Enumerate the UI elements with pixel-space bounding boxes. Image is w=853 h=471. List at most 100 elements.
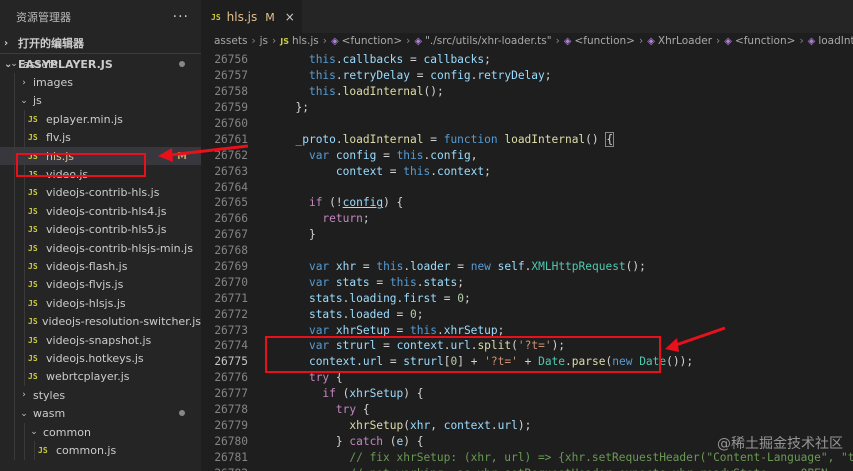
tree-folder[interactable]: ⌄ assets — [0, 55, 201, 73]
line-number: 26774 — [214, 339, 248, 353]
tree-file[interactable]: JS common.js — [0, 441, 201, 460]
tree-folder[interactable]: ⌄ common — [0, 422, 201, 442]
code-line[interactable]: 26762 var config = this.config, — [201, 147, 853, 163]
code-line[interactable]: 26771 stats.loading.first = 0; — [201, 290, 853, 306]
breadcrumb-item[interactable]: <function> — [342, 35, 403, 47]
tree-item-label: videojs.hotkeys.js — [46, 351, 144, 365]
open-editors-section[interactable]: › 打开的编辑器 — [0, 33, 201, 53]
code-line[interactable]: 26772 stats.loaded = 0; — [201, 306, 853, 322]
code-line[interactable]: 26756 this.callbacks = callbacks; — [201, 52, 853, 68]
tree-folder[interactable]: ⌄ wasm — [0, 404, 201, 423]
code-text: } catch (e) { — [282, 434, 424, 448]
indent-guide — [24, 367, 25, 387]
indent-guide — [14, 367, 15, 387]
code-line[interactable]: 26765 if (!config) { — [201, 195, 853, 211]
code-line[interactable]: 26760 — [201, 116, 853, 132]
tree-item-label: wasm — [33, 407, 66, 421]
chevron-right-icon: › — [638, 35, 644, 47]
line-number: 26765 — [214, 196, 248, 210]
line-number: 26778 — [214, 403, 248, 417]
code-line[interactable]: 26763 context = this.context; — [201, 163, 853, 179]
breadcrumb-item[interactable]: XhrLoader — [658, 35, 712, 47]
indent-guide — [14, 330, 15, 350]
indent-guide — [14, 349, 15, 368]
close-icon[interactable]: × — [285, 10, 295, 24]
tab-hls-js[interactable]: JS hls.js M × — [201, 0, 302, 33]
code-line[interactable]: 26770 var stats = this.stats; — [201, 274, 853, 290]
js-file-icon: JS — [28, 133, 38, 143]
breadcrumb-item[interactable]: assets — [214, 35, 247, 47]
code-line[interactable]: 26768 — [201, 243, 853, 259]
code-text: try { — [308, 371, 343, 385]
code-line[interactable]: 26782 // not working, as xhr.setRequestH… — [201, 465, 853, 471]
tree-folder[interactable]: ⌄ js — [0, 91, 201, 111]
code-line[interactable]: 26779 xhrSetup(xhr, context.url); — [201, 417, 853, 433]
code-line[interactable]: 26764 — [201, 179, 853, 195]
line-number: 26764 — [214, 180, 248, 194]
code-text: try { — [335, 403, 370, 417]
code-text: if (!config) { — [308, 196, 404, 210]
tree-file[interactable]: JS videojs-flash.js — [0, 257, 201, 276]
js-file-icon: JS — [28, 261, 38, 271]
breadcrumb: assets › js › JS hls.js › ◈ <function> › ◈ "./src/u… — [201, 33, 853, 49]
tab-bar: JS hls.js M × — [201, 0, 853, 33]
line-number: 26781 — [214, 450, 248, 464]
code-line[interactable]: 26769 var xhr = this.loader = new self.X… — [201, 259, 853, 275]
breadcrumb-item[interactable]: <function> — [574, 35, 635, 47]
chevron-right-icon: › — [716, 35, 721, 47]
indent-guide — [24, 441, 25, 460]
chevron-right-icon: › — [22, 390, 26, 401]
tree-folder[interactable]: › images — [0, 73, 201, 92]
indent-guide — [14, 165, 15, 184]
code-line[interactable]: 26778 try { — [201, 402, 853, 418]
js-file-icon: JS — [28, 298, 38, 308]
code-view[interactable]: 26756 this.callbacks = callbacks; 26757 t… — [201, 52, 853, 471]
tree-item-label: videojs-contrib-hls5.js — [46, 223, 167, 237]
code-line[interactable]: 26777 if (xhrSetup) { — [201, 386, 853, 402]
code-text: xhrSetup(xhr, context.url); — [349, 418, 532, 432]
more-actions-icon[interactable]: ··· — [173, 9, 189, 25]
js-file-icon: JS — [280, 36, 289, 46]
breadcrumb-item[interactable]: hls.js — [292, 35, 319, 47]
code-line[interactable]: 26766 return; — [201, 211, 853, 227]
indent-guide — [24, 220, 25, 239]
tree-item-label: videojs-contrib-hlsjs-min.js — [46, 241, 193, 255]
tree-file[interactable]: JS videojs-snapshot.js — [0, 330, 201, 350]
tree-file[interactable]: JS webrtcplayer.js — [0, 367, 201, 387]
code-line[interactable]: 26761 _proto.loadInternal = function loa… — [201, 131, 853, 147]
tree-file[interactable]: JS videojs.hotkeys.js — [0, 349, 201, 368]
js-file-icon: JS — [28, 243, 38, 253]
js-file-icon: JS — [28, 317, 38, 327]
indent-guide — [24, 294, 25, 313]
indent-guide — [14, 441, 15, 460]
indent-guide — [14, 294, 15, 313]
chevron-right-icon: › — [555, 35, 560, 47]
tree-file[interactable]: JS videojs-flvjs.js — [0, 275, 201, 295]
tree-folder[interactable]: › styles — [0, 386, 201, 405]
code-text: stats.loaded = 0; — [308, 307, 424, 321]
tree-file[interactable]: JS videojs-contrib-hls5.js — [0, 220, 201, 239]
tree-file[interactable]: JS videojs-contrib-hls.js — [0, 183, 201, 203]
breadcrumb-item[interactable]: <function> — [735, 35, 796, 47]
line-number: 26772 — [214, 307, 248, 321]
indent-guide — [24, 330, 25, 350]
tree-file[interactable]: JS videojs-contrib-hlsjs-min.js — [0, 238, 201, 258]
tree-item-label: videojs-snapshot.js — [46, 333, 152, 347]
breadcrumb-item[interactable]: js — [260, 35, 268, 47]
breadcrumb-item[interactable]: "./src/utils/xhr-loader.ts" — [425, 35, 552, 47]
code-line[interactable]: 26758 this.loadInternal(); — [201, 84, 853, 100]
js-file-icon: JS — [28, 372, 38, 382]
indent-guide — [14, 422, 15, 442]
breadcrumb-item[interactable]: loadInternal — [818, 35, 853, 47]
indent-guide — [24, 312, 25, 331]
indent-guide — [14, 183, 15, 203]
code-text: this.retryDelay = config.retryDelay; — [308, 69, 552, 83]
line-number: 26759 — [214, 101, 248, 115]
code-line[interactable]: 26767 } — [201, 227, 853, 243]
tree-file[interactable]: JS eplayer.min.js — [0, 110, 201, 129]
tree-file[interactable]: JS videojs-hlsjs.js — [0, 294, 201, 313]
tree-file[interactable]: JS videojs-contrib-hls4.js — [0, 202, 201, 221]
tree-file[interactable]: JS videojs-resolution-switcher.js — [0, 312, 201, 331]
code-line[interactable]: 26759 }; — [201, 100, 853, 116]
code-line[interactable]: 26757 this.retryDelay = config.retryDela… — [201, 68, 853, 84]
